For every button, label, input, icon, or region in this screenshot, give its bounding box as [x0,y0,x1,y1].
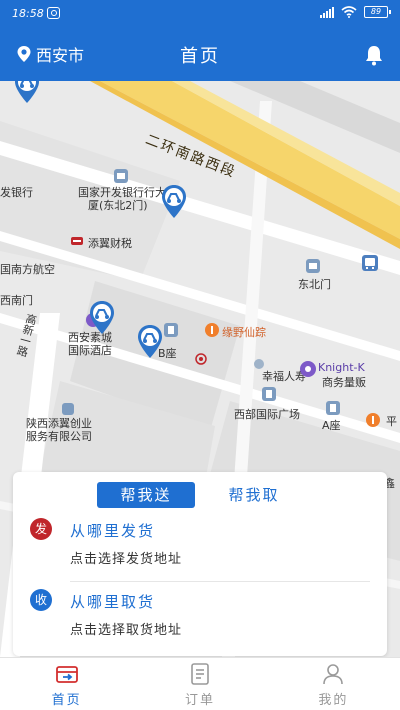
building-poi-icon [164,323,178,337]
plaza-poi-icon [262,387,276,401]
poi-label: A座 [322,419,341,432]
send-badge: 发 [30,518,52,540]
poi-label: Knight-K [318,361,365,374]
home-icon [55,666,78,683]
send-address-hint: 点击选择发货地址 [70,552,183,567]
tab-send-for-me[interactable]: 帮我送 [97,482,195,508]
poi-label: 平 [386,415,397,428]
poi-label: 厦(东北2门) [88,199,148,212]
status-indicators: 89 [320,6,391,18]
food-poi-icon [366,413,380,427]
send-title: 从哪里发货 [70,522,156,540]
poi-label: 添翼财税 [88,237,132,250]
signal-icon [320,6,334,18]
status-time: 18:58 [12,7,44,20]
building-a-poi-icon [326,401,340,415]
tabbar-label: 我的 [318,693,349,708]
location-pin-icon [17,46,31,62]
gate-poi-icon [306,259,320,273]
city-name: 西安市 [36,46,85,65]
poi-label: 西南门 [0,294,33,307]
tab-pick-up-for-me[interactable]: 帮我取 [205,482,303,508]
courier-location-pin[interactable] [89,300,115,336]
ktv-poi-icon [300,361,316,377]
courier-location-pin[interactable] [161,184,187,220]
company-poi-icon [62,403,74,415]
status-bar: 18:58 89 [0,0,400,28]
marker-poi-icon [195,353,207,365]
profile-icon [323,664,344,685]
poi-label: 国南方航空 [0,263,55,276]
app-header: 西安市 首页 [0,28,400,81]
tabbar-item-orders[interactable]: 订单 [133,658,266,710]
wifi-icon [341,6,357,18]
battery-icon: 89 [364,6,391,18]
insurance-poi-icon [254,359,264,369]
notification-bell-icon[interactable] [364,44,384,66]
divider [70,581,370,582]
bus-stop-icon [362,255,378,271]
receive-address-row[interactable]: 收 从哪里取货 点击选择取货地址 [30,589,370,645]
receive-badge: 收 [30,589,52,611]
bottom-tab-bar: 首页 订单 我的 [0,657,400,710]
office-poi-icon [71,237,83,245]
city-selector[interactable]: 西安市 [16,42,84,66]
restaurant-poi-icon [205,323,219,337]
courier-location-pin[interactable] [137,324,163,360]
tabbar-label: 订单 [184,693,215,708]
receive-address-hint: 点击选择取货地址 [70,623,183,638]
bank-poi-icon [114,169,128,183]
poi-label: 商务量贩 [322,376,366,389]
service-tabs: 帮我送 帮我取 [97,482,303,508]
poi-label: 东北门 [298,278,331,291]
poi-label: 西部国际广场 [234,408,300,421]
poi-label: 服务有限公司 [26,430,92,443]
tabbar-item-home[interactable]: 首页 [0,658,133,710]
app-notification-icon [47,7,60,19]
order-card: 帮我送 帮我取 发 从哪里发货 点击选择发货地址 收 从哪里取货 点击选择取货地… [13,472,387,656]
courier-location-pin[interactable] [14,81,40,105]
orders-icon [191,663,209,685]
poi-label: 缘野仙踪 [222,326,266,339]
poi-label: 发银行 [0,186,33,199]
tabbar-label: 首页 [51,693,82,708]
tabbar-item-profile[interactable]: 我的 [267,658,400,710]
send-address-row[interactable]: 发 从哪里发货 点击选择发货地址 [30,518,370,574]
poi-label: 国际酒店 [68,344,112,357]
receive-title: 从哪里取货 [70,593,156,611]
